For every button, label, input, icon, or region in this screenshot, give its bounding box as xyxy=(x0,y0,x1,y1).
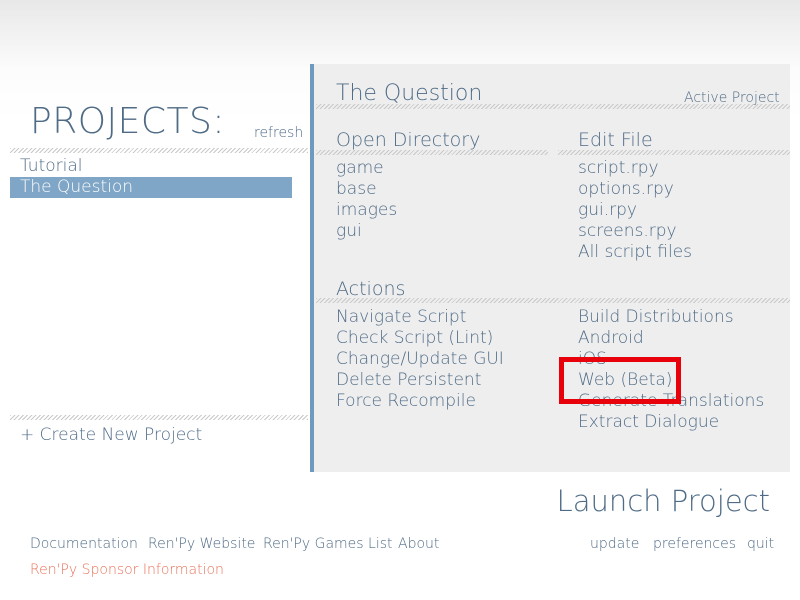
preferences-link[interactable]: preferences xyxy=(653,536,736,552)
launch-project-button[interactable]: Launch Project xyxy=(557,484,770,518)
dir-gui-link[interactable]: gui xyxy=(336,221,362,242)
project-name: The Question xyxy=(336,81,483,106)
actions-heading: Actions xyxy=(336,278,406,300)
renpy-website-link[interactable]: Ren'Py Website xyxy=(148,536,255,552)
divider xyxy=(558,150,790,155)
edit-file-heading: Edit File xyxy=(578,129,653,151)
file-options-link[interactable]: options.rpy xyxy=(578,179,674,200)
file-screens-link[interactable]: screens.rpy xyxy=(578,221,677,242)
divider xyxy=(10,415,308,420)
navigate-script-link[interactable]: Navigate Script xyxy=(336,307,466,328)
extract-dialogue-link[interactable]: Extract Dialogue xyxy=(578,412,719,433)
refresh-link[interactable]: refresh xyxy=(254,125,303,141)
file-script-link[interactable]: script.rpy xyxy=(578,158,659,179)
about-link[interactable]: About xyxy=(398,536,439,552)
projects-title: PROJECTS: xyxy=(30,101,226,142)
ios-link[interactable]: iOS xyxy=(578,349,607,370)
force-recompile-link[interactable]: Force Recompile xyxy=(336,391,476,412)
sponsor-information-link[interactable]: Ren'Py Sponsor Information xyxy=(30,562,224,578)
divider xyxy=(316,104,790,109)
dir-images-link[interactable]: images xyxy=(336,200,397,221)
file-gui-link[interactable]: gui.rpy xyxy=(578,200,637,221)
dir-game-link[interactable]: game xyxy=(336,158,384,179)
create-new-project-button[interactable]: + Create New Project xyxy=(20,425,202,446)
generate-translations-link[interactable]: Generate Translations xyxy=(578,391,764,412)
check-script-link[interactable]: Check Script (Lint) xyxy=(336,328,493,349)
divider xyxy=(316,150,548,155)
divider xyxy=(10,148,308,153)
panel-accent-bar xyxy=(310,64,314,472)
open-directory-heading: Open Directory xyxy=(336,129,481,151)
project-item-the-question[interactable]: The Question xyxy=(10,177,292,198)
change-gui-link[interactable]: Change/Update GUI xyxy=(336,349,504,370)
renpy-games-list-link[interactable]: Ren'Py Games List xyxy=(263,536,393,552)
update-link[interactable]: update xyxy=(590,536,639,552)
all-script-files-link[interactable]: All script files xyxy=(578,242,692,263)
android-link[interactable]: Android xyxy=(578,328,644,349)
documentation-link[interactable]: Documentation xyxy=(30,536,138,552)
divider xyxy=(316,298,790,303)
build-distributions-link[interactable]: Build Distributions xyxy=(578,307,734,328)
project-item-tutorial[interactable]: Tutorial xyxy=(10,156,292,177)
dir-base-link[interactable]: base xyxy=(336,179,377,200)
web-beta-link[interactable]: Web (Beta) xyxy=(578,370,672,391)
quit-link[interactable]: quit xyxy=(747,536,774,552)
delete-persistent-link[interactable]: Delete Persistent xyxy=(336,370,481,391)
